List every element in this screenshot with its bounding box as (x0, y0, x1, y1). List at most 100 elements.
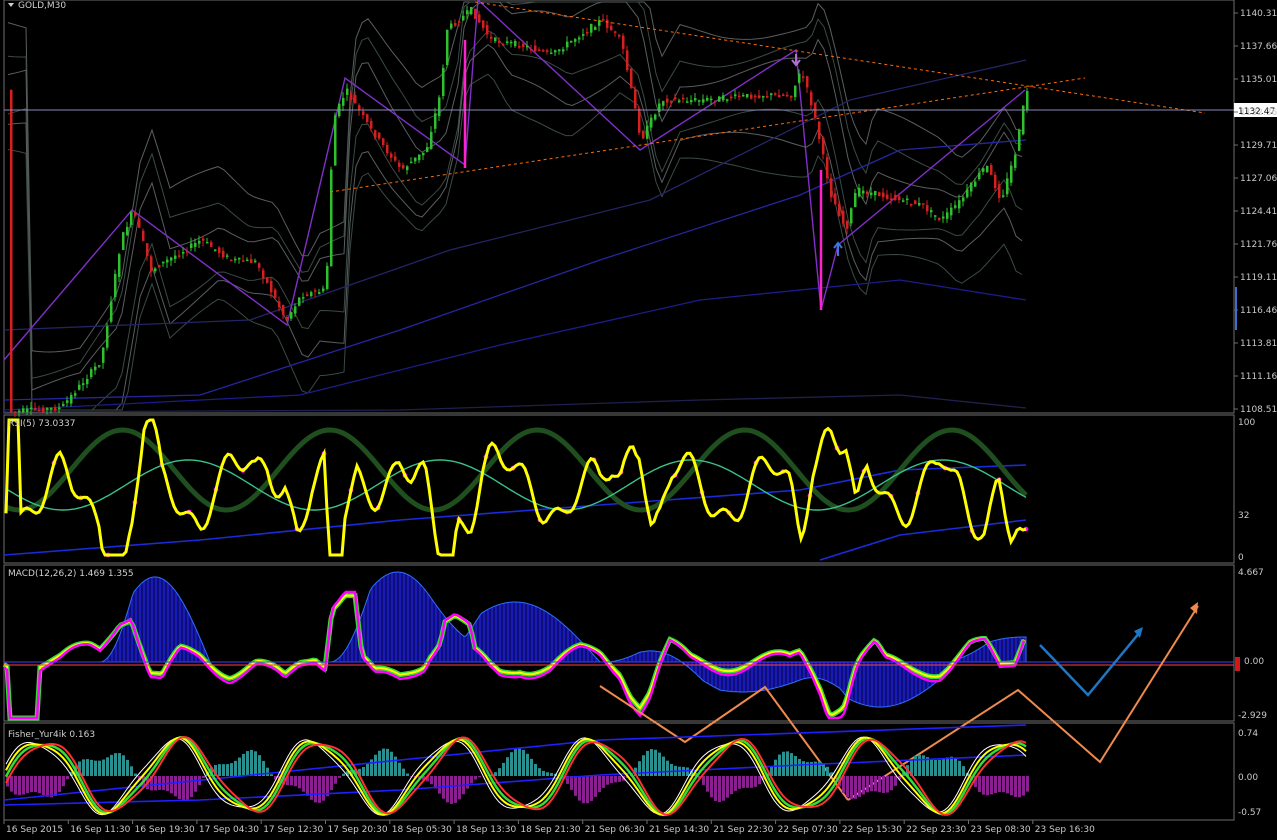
macd-value-tag (1235, 657, 1240, 671)
fisher-hist-bar (1002, 776, 1005, 792)
candle (338, 103, 341, 118)
candle-body (38, 410, 41, 412)
candle-body (82, 383, 85, 385)
candle-body (46, 408, 49, 410)
fisher-hist-bar (850, 776, 853, 799)
fisher-hist-bar (1010, 776, 1013, 795)
fisher-hist-bar (290, 776, 293, 785)
candle-body (146, 243, 149, 256)
candle-body (558, 49, 561, 51)
fisher-hist-bar (38, 776, 41, 793)
candle-body (418, 155, 421, 161)
candle-body (182, 252, 185, 254)
candle-body (14, 412, 17, 414)
candle-body (430, 132, 433, 149)
fisher-hist-bar (510, 752, 513, 776)
candle-body (550, 53, 553, 55)
candle-body (10, 90, 13, 412)
candle-body (738, 96, 741, 98)
candle-body (70, 395, 73, 404)
fisher-hist-bar (1006, 776, 1009, 793)
fisher-hist-bar (158, 776, 161, 790)
candle-body (42, 408, 45, 413)
fisher-hist-bar (362, 767, 365, 776)
price-tick-label: 1121.76 (1240, 240, 1277, 250)
fisher-hist-bar (498, 768, 501, 776)
candle-body (426, 147, 429, 152)
candle-body (910, 204, 913, 206)
fisher-hist-bar (406, 773, 409, 776)
candle-body (894, 195, 897, 200)
candle-body (86, 379, 89, 384)
fisher-hist-bar (122, 755, 125, 776)
candle-body (98, 365, 101, 367)
candle-body (978, 173, 981, 179)
candle (114, 270, 117, 302)
candle-body (626, 50, 629, 70)
fisher-hist-bar (42, 776, 45, 795)
fisher-hist-bar (438, 776, 441, 794)
candle-body (118, 254, 121, 277)
fisher-hist-bar (886, 776, 889, 793)
fisher-hist-bar (10, 776, 13, 792)
time-tick-label: 23 Sep 08:30 (971, 825, 1031, 835)
candle-body (402, 165, 405, 168)
fisher-hist-bar (54, 776, 57, 796)
time-tick-label: 17 Sep 12:30 (263, 825, 323, 835)
candle-body (506, 41, 509, 43)
candle (10, 89, 13, 413)
fisher-hist-bar (218, 764, 221, 776)
fisher-hist-bar (990, 776, 993, 794)
fisher-hist-bar (330, 776, 333, 790)
candle (630, 68, 633, 89)
candle-body (898, 196, 901, 200)
candle-body (314, 290, 317, 292)
fisher-hist-bar (750, 776, 753, 788)
candle-body (346, 89, 349, 95)
fisher-hist-bar (18, 776, 21, 795)
candle-body (930, 210, 933, 212)
candle-body (494, 38, 497, 41)
fisher-hist-bar (998, 776, 1001, 792)
fisher-hist-bar (94, 761, 97, 776)
candle-body (406, 166, 409, 170)
fisher-hist-bar (662, 757, 665, 776)
candle-body (754, 96, 757, 98)
fisher-hist-bar (26, 776, 29, 793)
fisher-hist-bar (314, 776, 317, 802)
candle-body (1006, 178, 1009, 194)
fisher-hist-bar (402, 769, 405, 776)
fisher-hist-bar (722, 776, 725, 801)
candle-body (990, 165, 993, 175)
candle-body (842, 211, 845, 224)
chart-canvas[interactable]: 1132.47 GOLD,M30 1140.311137.661135.0111… (0, 0, 1277, 836)
symbol-label[interactable]: GOLD,M30 (18, 1, 66, 11)
fisher-hist-bar (454, 776, 457, 803)
trading-terminal-chart[interactable]: 1132.47 GOLD,M30 1140.311137.661135.0111… (0, 0, 1277, 836)
candle-body (410, 162, 413, 164)
candle-body (510, 42, 513, 44)
fisher-hist-bar (922, 755, 925, 776)
candle-body (250, 259, 253, 263)
candle-body (678, 100, 681, 102)
candle-body (706, 98, 709, 101)
fisher-hist-bar (854, 776, 857, 799)
candle (298, 297, 301, 306)
candle-body (954, 205, 957, 208)
fisher-hist-bar (246, 751, 249, 776)
fisher-hist-bar (162, 776, 165, 790)
candle-body (914, 200, 917, 204)
candle (814, 102, 817, 121)
candle (330, 167, 333, 267)
candle-body (1002, 195, 1005, 197)
candle-body (382, 138, 385, 145)
fisher-hist-bar (710, 776, 713, 797)
price-pane[interactable] (4, 0, 1234, 413)
candle (446, 29, 449, 67)
candle-body (630, 69, 633, 88)
fisher-hist-bar (618, 776, 621, 782)
candle-body (106, 326, 109, 348)
candle-body (574, 39, 577, 42)
fisher-hist-bar (606, 776, 609, 785)
candle-body (154, 268, 157, 271)
